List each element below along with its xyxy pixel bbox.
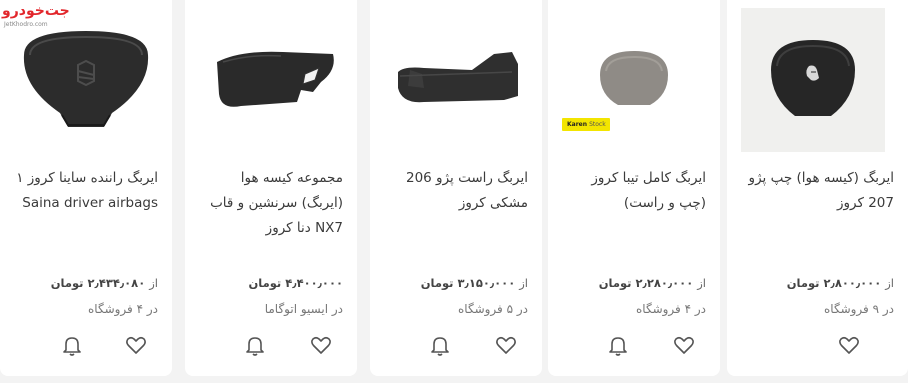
bell-icon[interactable]	[428, 333, 452, 357]
dashboard-trim-image	[398, 52, 518, 103]
product-card[interactable]: مجموعه کیسه هوا (ایربگ) سرنشین و قاب NX7…	[185, 0, 357, 376]
bell-icon[interactable]	[243, 333, 267, 357]
seller-count: در ۴ فروشگاه	[636, 302, 706, 316]
price-prefix: از	[697, 276, 706, 290]
price-value: ۲٫۸۰۰٫۰۰۰ تومان	[786, 276, 882, 290]
grey-airbag-image	[600, 51, 668, 105]
product-image[interactable]	[741, 8, 885, 152]
product-card[interactable]: جت‌خودرو JetKhodro.com ایربگ راننده ساین…	[0, 0, 172, 376]
product-image[interactable]	[14, 8, 158, 152]
product-title[interactable]: ایربگ راست پژو 206 مشکی کروز	[384, 166, 528, 216]
heart-icon[interactable]	[124, 333, 148, 357]
product-price: از ۲٫۴۳۴٫۰۸۰ تومان	[51, 276, 158, 290]
price-value: ۳٫۱۵۰٫۰۰۰ تومان	[420, 276, 516, 290]
product-card[interactable]: ایربگ (کیسه هوا) چپ پژو 207 کروز از ۲٫۸۰…	[727, 0, 908, 376]
product-price: از ۲٫۸۰۰٫۰۰۰ تومان	[787, 276, 894, 290]
product-price: از ۲٫۲۸۰٫۰۰۰ تومان	[599, 276, 706, 290]
bell-icon[interactable]	[606, 333, 630, 357]
badge-normal: Stock	[589, 121, 606, 128]
badge-bold: Karen	[567, 121, 587, 128]
product-price: از ۳٫۱۵۰٫۰۰۰ تومان	[421, 276, 528, 290]
price-value: ۴٫۴۰۰٫۰۰۰ تومان	[248, 276, 343, 290]
seller-count: در ۴ فروشگاه	[88, 302, 158, 316]
product-image[interactable]	[199, 8, 343, 152]
heart-icon[interactable]	[672, 333, 696, 357]
product-price: ۴٫۴۰۰٫۰۰۰ تومان	[248, 276, 343, 290]
product-title[interactable]: ایربگ کامل تیبا کروز (چپ و راست)	[562, 166, 706, 216]
karen-stock-badge: Karen Stock	[562, 118, 610, 131]
price-value: ۲٫۴۳۴٫۰۸۰ تومان	[50, 276, 146, 290]
heart-icon[interactable]	[309, 333, 333, 357]
heart-icon[interactable]	[837, 333, 861, 357]
product-title[interactable]: ایربگ راننده ساینا کروز ۱ Saina driver a…	[14, 166, 158, 216]
product-image[interactable]: Karen Stock	[562, 8, 706, 152]
product-card[interactable]: Karen Stock ایربگ کامل تیبا کروز (چپ و ر…	[548, 0, 720, 376]
price-prefix: از	[885, 276, 894, 290]
product-row: جت‌خودرو JetKhodro.com ایربگ راننده ساین…	[0, 0, 908, 383]
seller-count: در ۹ فروشگاه	[824, 302, 894, 316]
product-title[interactable]: ایربگ (کیسه هوا) چپ پژو 207 کروز	[741, 166, 894, 216]
product-title[interactable]: مجموعه کیسه هوا (ایربگ) سرنشین و قاب NX7…	[199, 166, 343, 241]
peugeot-airbag-image	[771, 40, 855, 116]
product-card[interactable]: ایربگ راست پژو 206 مشکی کروز از ۳٫۱۵۰٫۰۰…	[370, 0, 542, 376]
price-value: ۲٫۲۸۰٫۰۰۰ تومان	[598, 276, 694, 290]
passenger-airbag-image	[217, 51, 334, 107]
seller-count: در ۵ فروشگاه	[458, 302, 528, 316]
steering-airbag-image	[23, 31, 149, 127]
price-prefix: از	[519, 276, 528, 290]
heart-icon[interactable]	[494, 333, 518, 357]
seller-name: در ایسیو اتوگاما	[264, 302, 343, 316]
bell-icon[interactable]	[60, 333, 84, 357]
price-prefix: از	[149, 276, 158, 290]
product-image[interactable]	[384, 8, 528, 152]
